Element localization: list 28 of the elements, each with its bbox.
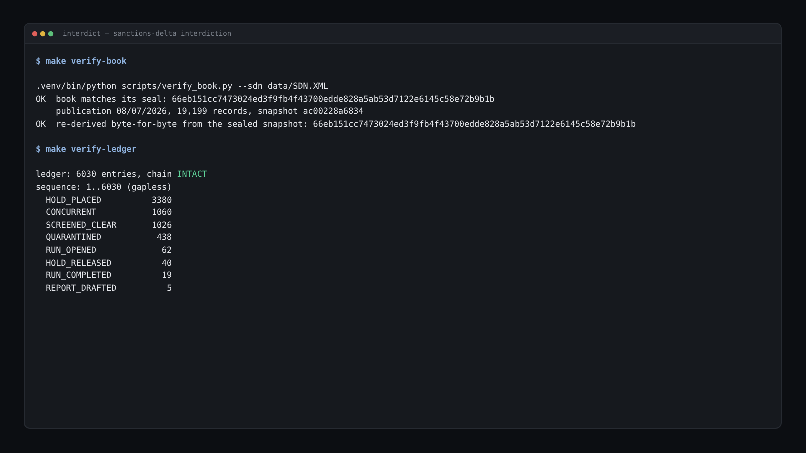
output-line: sequence: 1..6030 (gapless) [36,180,174,194]
count-value: 3380 [152,194,172,206]
count-label: HOLD_RELEASED [46,256,113,270]
count-value: 19 [161,269,172,282]
output-line: publication 08/07/2026, 19,199 records, snapshot ac00228a6834 [56,105,364,118]
count-label: REPORT_DRAFTED [46,282,118,294]
output-line: re-derived byte-for-byte from the sealed snapshot: 66eb151cc7473024ed3f9fb4f43700edde828a5ab53d7122e6145c58e72b9b1b [56,118,636,131]
count-label: SCREENED_CLEAR [46,218,118,232]
window-controls-icon[interactable] [32,30,54,36]
count-value: 5 [166,282,172,294]
count-value: 1026 [152,218,172,232]
count-label: RUN_OPENED [46,244,98,256]
command-line: $ make verify-book [36,55,128,68]
command-line: $ make verify-ledger [36,143,138,156]
count-label: HOLD_PLACED [46,194,103,206]
status-text: INTACT [177,168,208,181]
count-value: 438 [156,231,172,244]
output-line: .venv/bin/python scripts/verify_book.py --sdn data/SDN.XML [36,80,330,93]
output-line: book matches its seal: 66eb151cc7473024ed3f9fb4f43700edde828a5ab53d7122e6145c58e72b9b1b [56,92,495,106]
status-label: OK [36,92,48,106]
count-label: QUARANTINED [46,231,103,244]
count-label: CONCURRENT [46,206,98,219]
count-value: 62 [161,244,172,256]
status-label: OK [36,118,48,131]
count-value: 40 [161,256,172,270]
output-line: ledger: 6030 entries, chain [36,168,172,181]
count-label: RUN_COMPLETED [46,269,113,282]
count-value: 1060 [152,206,172,219]
